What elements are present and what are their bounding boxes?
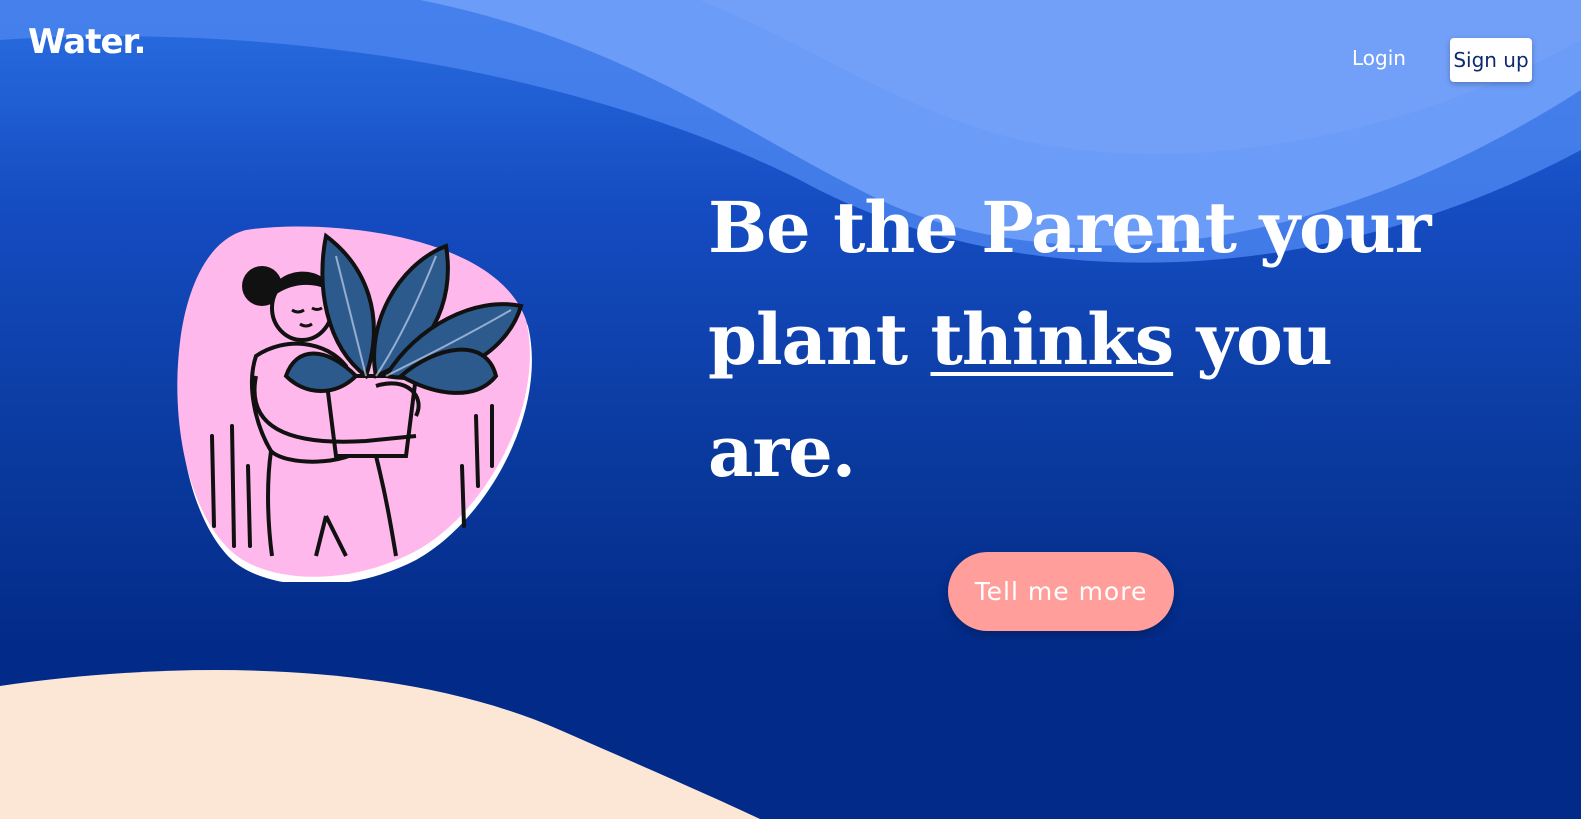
tell-me-more-button[interactable]: Tell me more	[948, 552, 1174, 631]
bottom-sand-wave	[0, 670, 760, 819]
hero-headline: Be the Parent your plant thinks you are.	[708, 172, 1468, 508]
headline-emphasis: thinks	[930, 298, 1175, 381]
login-link[interactable]: Login	[1352, 46, 1406, 70]
signup-button[interactable]: Sign up	[1450, 38, 1532, 82]
logo[interactable]: Water.	[28, 22, 146, 62]
person-holding-plant-illustration	[177, 226, 532, 582]
